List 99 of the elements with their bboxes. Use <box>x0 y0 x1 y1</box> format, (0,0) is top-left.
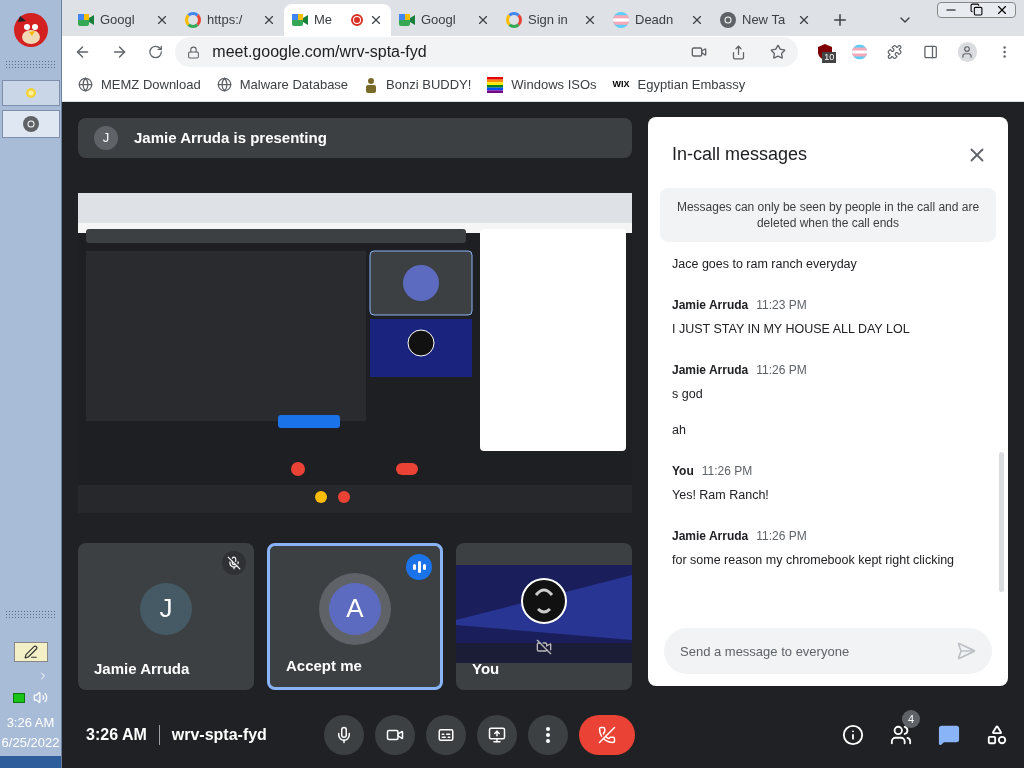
browser-tab[interactable]: Googl <box>391 4 498 36</box>
message-text: Yes! Ram Ranch! <box>672 487 770 504</box>
message-text: ah <box>672 422 687 440</box>
chrome-icon <box>22 116 39 132</box>
message-time: 11:26 PM <box>701 463 753 480</box>
info-icon[interactable] <box>842 724 864 746</box>
close-window-icon[interactable] <box>995 3 1009 17</box>
message-text: s god <box>672 385 704 403</box>
phone-icon <box>597 726 616 744</box>
message-text: I JUST STAY IN MY HOUSE ALL DAY LOL <box>672 320 911 338</box>
close-icon[interactable] <box>369 13 383 27</box>
message-time: 11:26 PM <box>756 361 807 379</box>
avatar: J <box>94 126 118 150</box>
wix-icon: WIX <box>612 77 630 92</box>
status-square-icon[interactable] <box>13 692 25 703</box>
captions-button[interactable] <box>425 715 466 755</box>
side-panel-icon[interactable] <box>922 44 938 60</box>
share-icon[interactable] <box>731 44 747 60</box>
meeting-code: wrv-spta-fyd <box>171 725 267 745</box>
close-icon[interactable] <box>797 13 811 27</box>
present-button[interactable] <box>476 715 517 755</box>
reload-icon[interactable] <box>148 44 164 60</box>
message-sender: Jamie Arruda <box>672 527 749 545</box>
new-tab-icon[interactable] <box>831 11 849 29</box>
globe-icon <box>78 77 93 92</box>
chrome-icon <box>720 12 736 28</box>
speaking-icon <box>406 554 432 580</box>
camera-off-icon <box>536 639 552 655</box>
message-sender: You <box>672 463 694 480</box>
star-icon[interactable] <box>770 44 787 60</box>
google-icon <box>185 12 201 28</box>
close-icon[interactable] <box>690 13 704 27</box>
bookmark[interactable]: Malware Database <box>216 74 349 95</box>
bookmark[interactable]: MEMZ Download <box>78 74 201 95</box>
profile-icon[interactable] <box>957 42 977 62</box>
bookmark[interactable]: WIX Egyptian Embassy <box>612 74 746 95</box>
tab-title: Me <box>314 11 334 30</box>
message-time: 11:26 PM <box>756 527 807 545</box>
message-text: for some reason my chromebook kept right clicking <box>672 551 956 569</box>
browser-tab[interactable]: https:/ <box>177 4 284 36</box>
tab-title: https:/ <box>207 11 244 30</box>
activities-icon[interactable] <box>986 724 1008 746</box>
google-icon <box>506 12 522 28</box>
microphone-button[interactable] <box>323 715 364 755</box>
browser-tab[interactable]: Me <box>284 4 391 36</box>
participant-name: Jamie Arruda <box>94 658 190 679</box>
browser-tab[interactable]: Googl <box>70 4 177 36</box>
taskbar-button[interactable] <box>1 110 60 138</box>
camera-logo-icon <box>292 13 308 27</box>
message-sender: Jamie Arruda <box>672 361 749 379</box>
rainbow-flag-icon <box>487 76 504 93</box>
bookmark[interactable]: Windows ISOs <box>487 74 597 95</box>
participant-name: Accept me <box>286 655 362 676</box>
tab-title: New Ta <box>742 11 787 30</box>
restore-icon[interactable] <box>970 3 983 16</box>
chat-notice: Messages can only be seen by people in the call and are deleted when the call ends <box>660 188 996 242</box>
message-input[interactable]: Send a message to everyone <box>664 628 992 674</box>
people-icon[interactable] <box>890 724 912 746</box>
leave-call-button[interactable] <box>578 715 635 755</box>
lock-icon <box>187 45 201 59</box>
present-icon <box>487 726 506 744</box>
camera-icon[interactable] <box>691 44 708 60</box>
camera-logo-icon <box>78 13 94 27</box>
address-bar[interactable]: meet.google.com/wrv-spta-fyd <box>175 37 799 67</box>
close-icon[interactable] <box>262 13 276 27</box>
close-icon[interactable] <box>155 13 169 27</box>
browser-tab[interactable]: New Ta <box>712 4 819 36</box>
avatar: J <box>140 582 192 635</box>
meeting-time: 3:26 AM <box>86 725 147 745</box>
close-icon[interactable] <box>476 13 490 27</box>
captions-icon <box>436 726 455 744</box>
figure-icon <box>364 76 379 93</box>
camera-button[interactable] <box>374 715 415 755</box>
browser-tab[interactable]: Sign in <box>498 4 605 36</box>
tab-title: Googl <box>421 11 457 30</box>
camera-logo-icon <box>399 13 415 27</box>
chat-icon[interactable] <box>938 724 960 746</box>
tab-title: Googl <box>100 11 136 30</box>
tab-title: Deadn <box>635 11 675 30</box>
chat-title: In-call messages <box>672 143 808 166</box>
presenter-text: Jamie Arruda is presenting <box>134 127 327 148</box>
globe-icon <box>216 77 232 92</box>
message-text: Jace goes to ram ranch everyday <box>672 256 858 273</box>
pen-tablet-icon[interactable] <box>13 642 48 662</box>
extension-badge: 10 <box>822 52 837 63</box>
browser-tab[interactable]: Deadn <box>605 4 712 36</box>
close-icon[interactable] <box>583 13 597 27</box>
more-options-button[interactable] <box>527 715 568 755</box>
message-sender: Jamie Arruda <box>672 296 749 314</box>
participant-name: You <box>472 658 500 679</box>
bookmark[interactable]: Bonzi BUDDY! <box>364 74 472 95</box>
message-time: 11:23 PM <box>756 296 807 314</box>
striped-flag-icon <box>852 44 868 60</box>
tab-title: Sign in <box>528 11 569 30</box>
url-text: meet.google.com/wrv-spta-fyd <box>212 42 428 62</box>
striped-flag-icon <box>613 12 629 28</box>
people-count: 4 <box>902 710 920 728</box>
more-icon <box>545 727 550 743</box>
extensions-icon[interactable] <box>887 44 903 60</box>
